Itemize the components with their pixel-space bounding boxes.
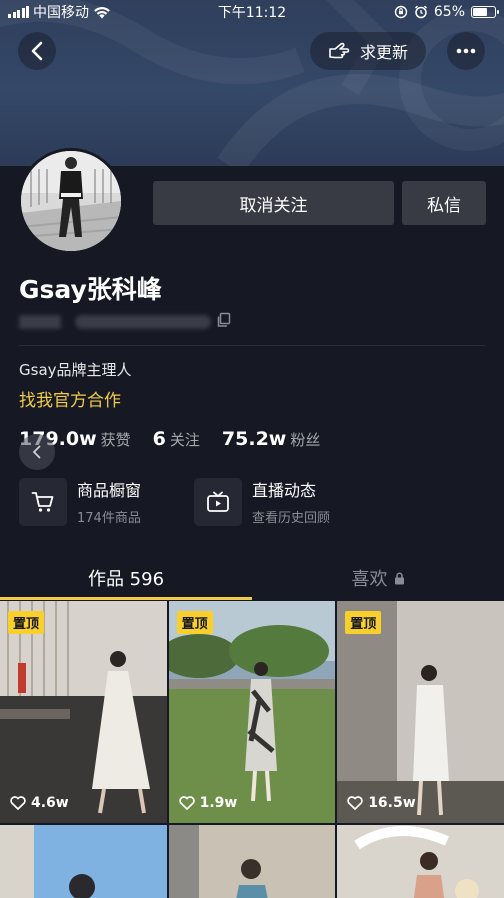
video-thumbnail[interactable]	[168, 825, 336, 898]
official-cooperation-link[interactable]: 找我官方合作	[19, 386, 121, 411]
banner-pattern	[0, 0, 504, 166]
unfollow-button[interactable]: 取消关注	[153, 181, 394, 225]
profile-banner	[0, 0, 504, 166]
carrier-name: 中国移动	[33, 5, 89, 21]
stat-following[interactable]: 6 关注	[153, 428, 200, 450]
video-thumbnail[interactable]: 置顶 4.6w	[0, 601, 167, 823]
product-showcase-title: 商品橱窗	[77, 481, 142, 500]
video-cover	[337, 601, 504, 823]
more-dots-icon	[456, 48, 476, 54]
stat-value: 75.2w	[221, 428, 287, 450]
pinned-badge: 置顶	[176, 611, 213, 634]
live-updates-entry[interactable]: 直播动态 查看历史回顾	[194, 477, 330, 526]
active-tab-indicator	[0, 597, 252, 600]
video-like-count: 4.6w	[10, 795, 69, 811]
video-thumbnail[interactable]	[0, 825, 167, 898]
username: Gsay张科峰	[19, 275, 162, 304]
heart-icon	[347, 796, 363, 810]
stat-followers[interactable]: 75.2w 粉丝	[222, 428, 320, 450]
stat-label: 关注	[169, 431, 200, 449]
live-updates-subtitle: 查看历史回顾	[252, 511, 331, 526]
video-cover	[0, 825, 167, 898]
alarm-icon	[414, 5, 427, 19]
more-button[interactable]	[447, 32, 485, 70]
back-arrow-icon	[31, 41, 43, 61]
lock-icon	[394, 572, 404, 584]
pinned-badge: 置顶	[8, 611, 45, 634]
battery-icon	[471, 6, 499, 18]
chevron-left-icon	[32, 445, 41, 459]
pinned-badge: 置顶	[345, 611, 382, 634]
wifi-icon	[94, 6, 110, 18]
live-tv-icon	[194, 477, 242, 526]
battery-percent: 65%	[433, 4, 465, 20]
video-like-count: 1.9w	[178, 795, 238, 811]
video-like-count: 16.5w	[347, 795, 416, 811]
clock: 下午11:12	[217, 5, 287, 21]
profile-stats: 179.0w 获赞 6 关注 75.2w 粉丝	[19, 428, 320, 450]
video-cover	[0, 601, 167, 823]
tab-works-label: 作品 596	[87, 569, 165, 590]
video-cover	[337, 825, 504, 898]
video-thumbnail[interactable]: 置顶 1.9w	[168, 601, 336, 823]
video-cover	[168, 601, 336, 823]
divider	[19, 345, 485, 346]
tab-works[interactable]: 作品 596	[0, 556, 252, 600]
video-thumbnail[interactable]	[337, 825, 504, 898]
heart-icon	[10, 796, 26, 810]
video-thumbnail[interactable]: 置顶 16.5w	[337, 601, 504, 823]
like-count-value: 16.5w	[368, 795, 416, 811]
avatar-photo	[21, 151, 121, 251]
blurred-id	[75, 315, 211, 329]
video-grid: 置顶 4.6w 置顶 1.9w 置顶 16.5w	[0, 601, 504, 898]
request-update-label: 求更新	[359, 43, 408, 62]
message-button[interactable]: 私信	[402, 181, 486, 225]
request-update-button[interactable]: 求更新	[310, 32, 426, 70]
status-bar: 中国移动 下午11:12 65%	[0, 0, 504, 24]
content-tabs: 作品 596 喜欢	[0, 556, 504, 600]
pointing-hand-icon	[329, 42, 350, 59]
live-updates-title: 直播动态	[252, 481, 317, 500]
floating-back-button[interactable]	[19, 434, 55, 470]
like-count-value: 1.9w	[199, 795, 238, 811]
avatar[interactable]	[18, 148, 124, 254]
shopping-cart-icon	[19, 477, 67, 526]
product-showcase-count: 174件商品	[77, 511, 141, 526]
stat-label: 粉丝	[290, 431, 321, 449]
like-count-value: 4.6w	[31, 795, 69, 811]
blurred-id-prefix	[19, 315, 61, 329]
stat-value: 6	[152, 428, 166, 450]
product-showcase-entry[interactable]: 商品橱窗 174件商品	[19, 477, 141, 526]
tab-likes-label: 喜欢	[351, 569, 388, 590]
video-cover	[168, 825, 336, 898]
back-button[interactable]	[18, 32, 56, 70]
copy-icon[interactable]	[216, 312, 232, 328]
stat-label: 获赞	[100, 431, 131, 449]
bio-text: Gsay品牌主理人	[19, 361, 132, 379]
tab-likes[interactable]: 喜欢	[252, 556, 504, 600]
heart-icon	[178, 796, 195, 810]
signal-icon	[8, 6, 29, 18]
rotation-lock-icon	[394, 5, 408, 19]
